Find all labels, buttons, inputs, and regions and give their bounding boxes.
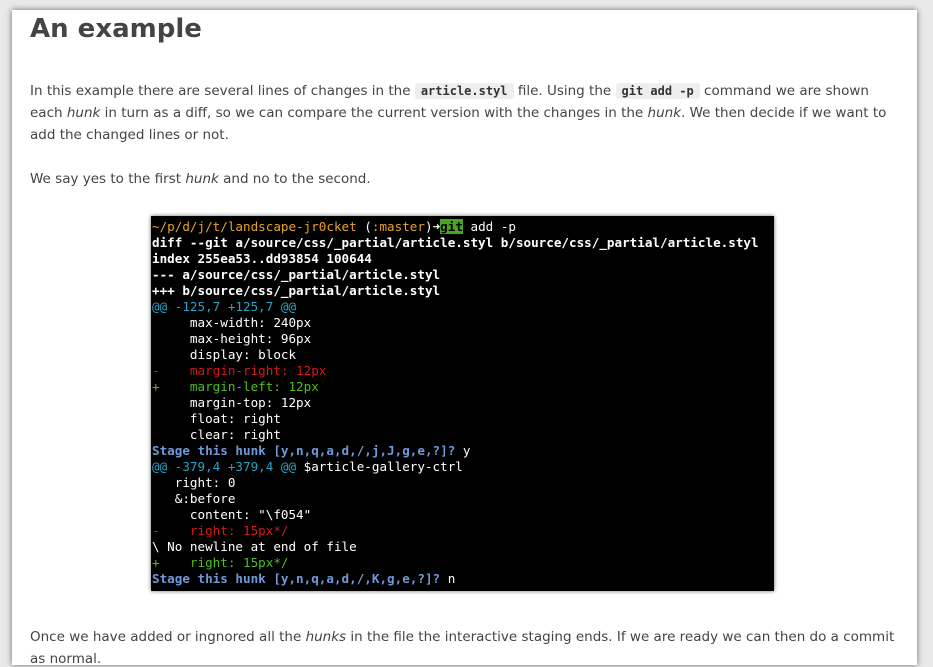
hunk-term: hunk	[66, 105, 101, 121]
context-line: display: block	[152, 347, 297, 362]
no-newline-line: \ No newline at end of file	[152, 539, 357, 554]
prompt-branch: :master	[371, 219, 425, 234]
intro-paragraph: In this example there are several lines …	[30, 80, 900, 146]
stage-answer: n	[440, 571, 456, 586]
p2-text-1: We say yes to the first	[30, 171, 186, 187]
stage-prompt-line: Stage this hunk [y,n,q,a,d,/,j,J,g,e,?]?…	[152, 443, 774, 459]
hunk-header: @@ -125,7 +125,7 @@	[152, 299, 297, 314]
decision-paragraph: We say yes to the first hunk and no to t…	[30, 168, 900, 190]
hunks-term: hunks	[305, 629, 347, 645]
hunk-header-line: @@ -379,4 +379,4 @@ $article-gallery-ctr…	[152, 459, 774, 475]
article-page: An example In this example there are sev…	[12, 10, 917, 665]
p2-text-2: and no to the second.	[218, 171, 371, 187]
hunk-header: @@ -379,4 +379,4 @@	[152, 459, 297, 474]
removed-line: - margin-right: 12px	[152, 363, 327, 378]
context-line: margin-top: 12px	[152, 395, 312, 410]
context-line: clear: right	[152, 427, 281, 442]
hunk-term: hunk	[647, 105, 682, 121]
hunk-context: $article-gallery-ctrl	[296, 459, 463, 474]
prompt-paren-open: (	[356, 219, 372, 234]
file-name-code: article.styl	[414, 83, 514, 99]
index-line: index 255ea53..dd93854 100644	[152, 251, 372, 266]
prompt-path: ~/p/d/j/t/landscape-jr0cket	[152, 219, 357, 234]
git-command: git	[440, 219, 463, 234]
removed-line: - right: 15px*/	[152, 523, 289, 538]
hunk-term: hunk	[185, 171, 219, 187]
context-line: max-height: 96px	[152, 331, 312, 346]
context-line: right: 0	[152, 475, 236, 490]
prompt-paren-close: )	[424, 219, 433, 234]
git-args: add -p	[462, 219, 516, 234]
old-file-line: --- a/source/css/_partial/article.styl	[152, 267, 441, 282]
p1-text-2: file. Using the	[513, 83, 616, 99]
shell-prompt-line: ~/p/d/j/t/landscape-jr0cket (:master)➜gi…	[152, 219, 774, 235]
context-line: max-width: 240px	[152, 315, 312, 330]
terminal-screenshot: ~/p/d/j/t/landscape-jr0cket (:master)➜gi…	[151, 216, 774, 591]
section-heading: An example	[30, 14, 202, 44]
stage-prompt: Stage this hunk [y,n,q,a,d,/,K,g,e,?]?	[152, 571, 441, 586]
p1-text-4: in turn as a diff, so we can compare the…	[100, 105, 648, 121]
p1-text-1: In this example there are several lines …	[30, 83, 415, 99]
context-line: float: right	[152, 411, 281, 426]
closing-paragraph: Once we have added or ingnored all the h…	[30, 626, 910, 665]
command-code: git add -p	[615, 83, 700, 99]
context-line: content: "\f054"	[152, 507, 312, 522]
diff-header-line: diff --git a/source/css/_partial/article…	[152, 235, 759, 250]
stage-prompt: Stage this hunk [y,n,q,a,d,/,j,J,g,e,?]?	[152, 443, 456, 458]
stage-answer: y	[455, 443, 471, 458]
new-file-line: +++ b/source/css/_partial/article.styl	[152, 283, 441, 298]
added-line: + right: 15px*/	[152, 555, 289, 570]
p3-text-1: Once we have added or ingnored all the	[30, 629, 306, 645]
context-line: &:before	[152, 491, 236, 506]
stage-prompt-line: Stage this hunk [y,n,q,a,d,/,K,g,e,?]? n	[152, 571, 774, 587]
added-line: + margin-left: 12px	[152, 379, 319, 394]
